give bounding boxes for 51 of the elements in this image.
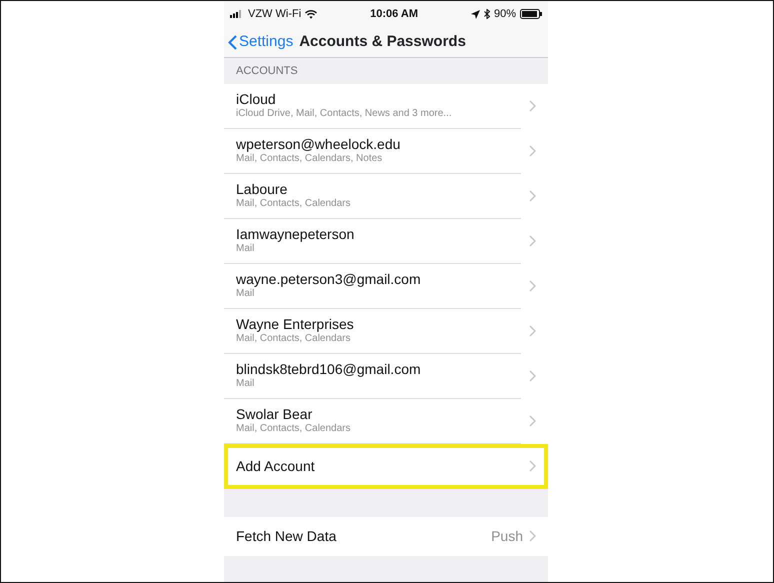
account-row[interactable]: wayne.peterson3@gmail.com Mail xyxy=(224,264,548,308)
chevron-icon xyxy=(529,280,536,292)
fetch-value: Push xyxy=(491,526,523,546)
chevron-icon xyxy=(529,460,536,472)
fetch-label: Fetch New Data xyxy=(236,528,338,544)
account-name: Swolar Bear xyxy=(236,406,314,422)
account-row[interactable]: Swolar Bear Mail, Contacts, Calendars xyxy=(224,398,548,444)
account-name: Wayne Enterprises xyxy=(236,316,355,332)
account-row[interactable]: wpeterson@wheelock.edu Mail, Contacts, Calendars, Notes xyxy=(224,128,548,174)
chevron-icon xyxy=(529,415,536,427)
account-name: Iamwaynepeterson xyxy=(236,226,356,242)
account-name: Laboure xyxy=(236,180,288,198)
back-chevron-icon[interactable] xyxy=(228,34,237,50)
account-row[interactable]: Iamwaynepeterson Mail xyxy=(224,218,548,264)
account-services: Mail xyxy=(236,287,256,300)
chevron-icon xyxy=(529,530,536,542)
chevron-icon xyxy=(529,100,536,112)
carrier-name: VZW Wi-Fi xyxy=(248,6,302,22)
account-name: wayne.peterson3@gmail.com xyxy=(236,270,422,288)
battery-icon xyxy=(520,9,542,19)
account-row[interactable]: Wayne Enterprises Mail, Contacts, Calendars xyxy=(224,308,548,354)
account-services: Mail, Contacts, Calendars xyxy=(236,422,352,436)
add-account-label: Add Account xyxy=(236,458,316,474)
chevron-icon xyxy=(529,325,536,337)
section-header: ACCOUNTS xyxy=(235,64,299,79)
signal-icon xyxy=(230,10,244,18)
chevron-icon xyxy=(529,190,536,202)
account-services: Mail xyxy=(236,377,256,390)
account-services: Mail, Contacts, Calendars, Notes xyxy=(236,152,384,166)
fetch-data-row[interactable]: Fetch New Data Push xyxy=(224,516,548,556)
add-account-row[interactable]: Add Account xyxy=(224,444,548,488)
account-services: Mail xyxy=(236,242,256,256)
account-services: Mail, Contacts, Calendars xyxy=(236,332,352,346)
account-row[interactable]: blindsk8tebrd106@gmail.com Mail xyxy=(224,354,548,398)
account-row[interactable]: iCloud iCloud Drive, Mail, Contacts, News and 3 more... xyxy=(224,84,548,128)
account-row[interactable]: Laboure Mail, Contacts, Calendars xyxy=(224,174,548,218)
status-time: 10:06 AM xyxy=(370,6,418,22)
account-services: iCloud Drive, Mail, Contacts, News and 3 more... xyxy=(236,107,453,120)
account-name: iCloud xyxy=(236,90,277,108)
account-name: wpeterson@wheelock.edu xyxy=(236,136,402,152)
wifi-icon xyxy=(305,10,318,18)
page-title: Accounts & Passwords xyxy=(299,32,466,52)
battery-percent: 90% xyxy=(494,6,516,22)
chevron-icon xyxy=(529,235,536,247)
account-name: blindsk8tebrd106@gmail.com xyxy=(236,360,422,378)
account-services: Mail, Contacts, Calendars xyxy=(236,197,352,210)
chevron-icon xyxy=(529,145,536,157)
chevron-icon xyxy=(529,370,536,382)
back-button[interactable]: Settings xyxy=(228,30,294,54)
bluetooth-icon xyxy=(484,9,490,19)
location-arrow-icon xyxy=(470,10,480,18)
